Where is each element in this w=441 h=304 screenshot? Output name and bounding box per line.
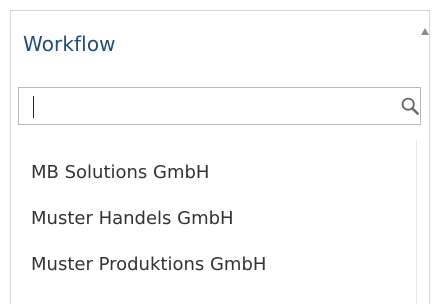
caret-up-icon[interactable] [421,28,429,35]
option-muster-handels[interactable]: Muster Handels GmbH [18,196,414,242]
options-list: MB Solutions GmbH Muster Handels GmbH Mu… [18,150,414,288]
option-muster-produktions[interactable]: Muster Produktions GmbH [18,242,414,288]
text-cursor [33,96,34,118]
workflow-select-dropdown: Workflow MB Solutions GmbH Muster Handel… [0,0,441,304]
search-icon[interactable] [401,97,419,115]
search-input[interactable] [19,88,399,124]
search-box[interactable] [18,87,421,125]
scrollbar[interactable] [416,140,417,304]
workflow-select-label: Workflow [23,32,116,56]
option-mb-solutions[interactable]: MB Solutions GmbH [18,150,414,196]
